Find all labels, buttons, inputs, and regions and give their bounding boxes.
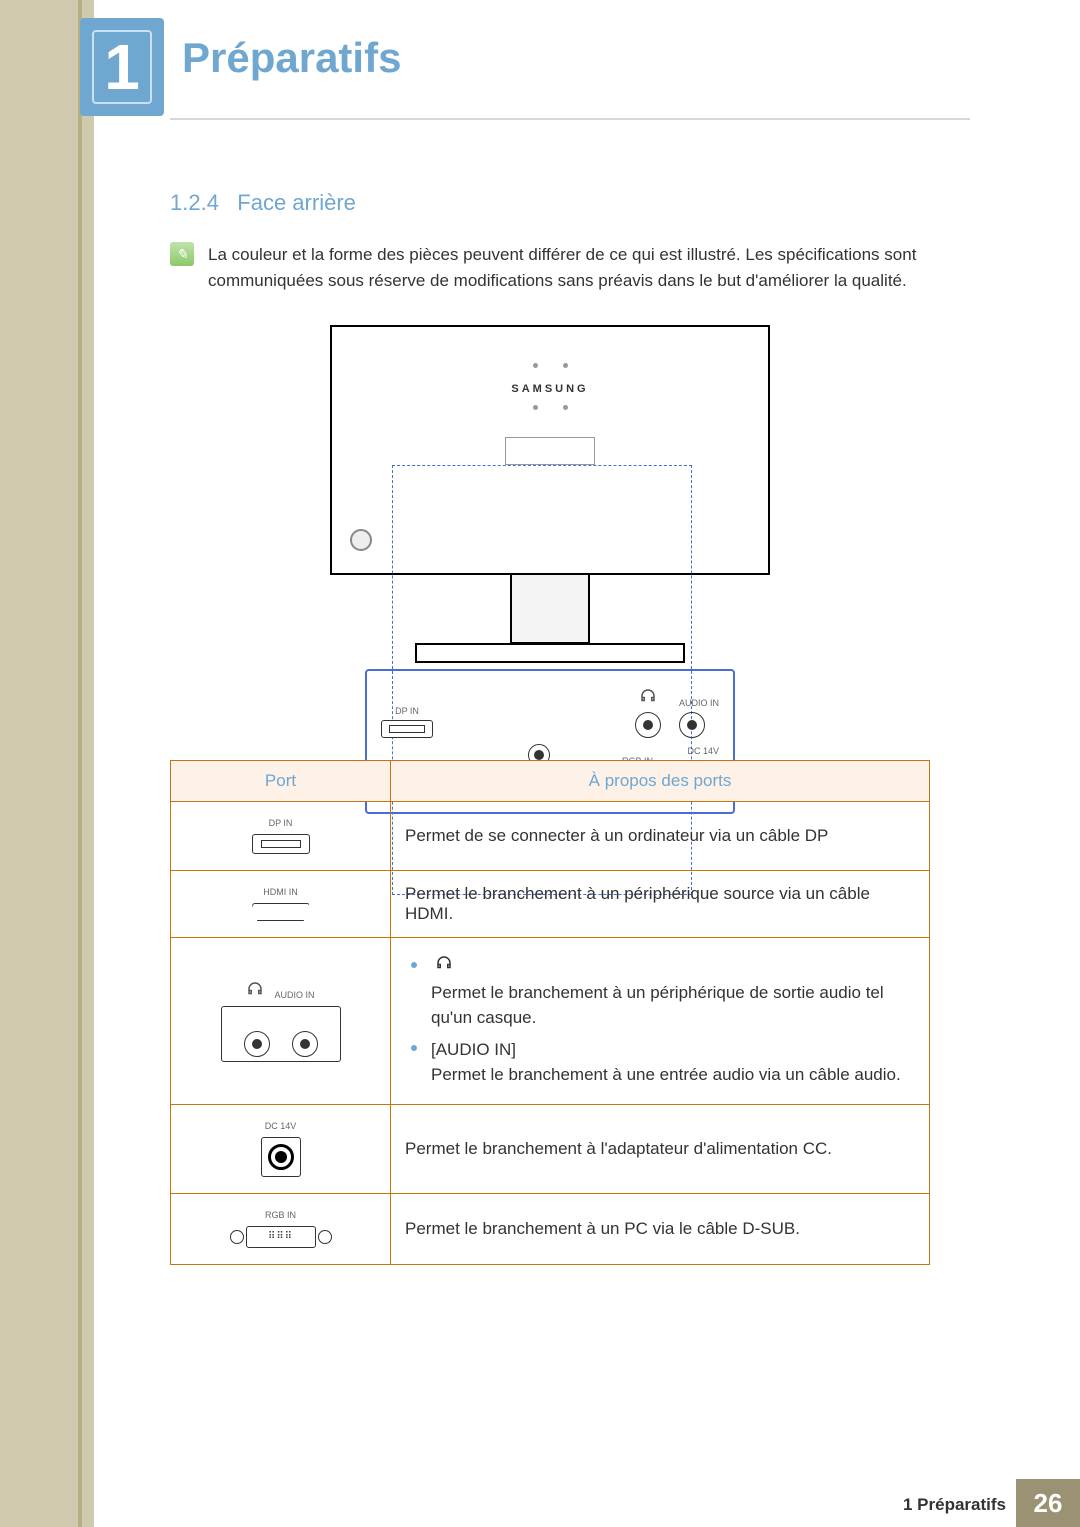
rgb-cell-label: RGB IN (179, 1210, 382, 1220)
note-icon: ✎ (170, 242, 194, 266)
dp-cell-label: DP IN (179, 818, 382, 828)
desc-cell: Permet le branchement à un périphérique … (391, 938, 930, 1105)
title-underline (170, 118, 970, 120)
chapter-badge: 1 (80, 18, 164, 116)
section-title: Face arrière (237, 190, 356, 215)
audio-in-jack-icon: AUDIO IN (679, 698, 719, 738)
section-heading: 1.2.4 Face arrière (170, 190, 930, 216)
hdmi-cell-label: HDMI IN (179, 887, 382, 897)
desc-cell: Permet le branchement à l'adaptateur d'a… (391, 1104, 930, 1193)
jog-button-icon (350, 529, 372, 551)
page-footer: 1 Préparatifs 26 (0, 1479, 1080, 1527)
dc-label: DC 14V (687, 746, 719, 756)
table-row: RGB IN ⠿⠿⠿ Permet le branchement à un PC… (171, 1193, 930, 1264)
side-strip (0, 0, 94, 1527)
headphone-icon (639, 687, 657, 705)
port-cell-rgb: RGB IN ⠿⠿⠿ (171, 1193, 391, 1264)
headphone-icon (435, 954, 453, 972)
footer-label: 1 Préparatifs (903, 1495, 1006, 1515)
dc-cell-label: DC 14V (179, 1121, 382, 1131)
headphone-icon (246, 980, 264, 998)
desc-cell: Permet le branchement à un périphérique … (391, 871, 930, 938)
brand-label: SAMSUNG (332, 383, 768, 395)
audio-label: AUDIO IN (679, 698, 719, 708)
audio-cell-label: AUDIO IN (179, 980, 382, 1000)
desc-text: Permet le branchement à un périphérique … (431, 983, 884, 1028)
desc-cell: Permet le branchement à un PC via le câb… (391, 1193, 930, 1264)
table-row: DC 14V Permet le branchement à l'adaptat… (171, 1104, 930, 1193)
port-cell-dp: DP IN (171, 802, 391, 871)
port-cell-dc: DC 14V (171, 1104, 391, 1193)
monitor-rear: SAMSUNG (330, 325, 770, 575)
table-row: HDMI IN Permet le branchement à un périp… (171, 871, 930, 938)
chapter-number: 1 (92, 30, 152, 104)
table-row: AUDIO IN Permet le branchement à un péri… (171, 938, 930, 1105)
section-number: 1.2.4 (170, 190, 219, 215)
list-item: Permet le branchement à un périphérique … (405, 954, 915, 1031)
port-plate-icon (505, 437, 595, 465)
ports-table: Port À propos des ports DP IN Permet de … (170, 760, 930, 1265)
table-header-about: À propos des ports (391, 761, 930, 802)
desc-subtitle: [AUDIO IN] (431, 1040, 516, 1059)
audio-jack-pair-icon (221, 1006, 341, 1062)
desc-text: Permet le branchement à une entrée audio… (431, 1065, 901, 1084)
dp-label: DP IN (381, 706, 433, 716)
dc-port-icon (261, 1137, 301, 1177)
table-header-port: Port (171, 761, 391, 802)
port-cell-audio: AUDIO IN (171, 938, 391, 1105)
hdmi-port-icon (252, 903, 310, 921)
table-row: DP IN Permet de se connecter à un ordina… (171, 802, 930, 871)
note-text: La couleur et la forme des pièces peuven… (208, 242, 930, 295)
page-number: 26 (1016, 1479, 1080, 1527)
vga-port-icon: ⠿⠿⠿ (179, 1226, 382, 1248)
rear-diagram: SAMSUNG DP IN (330, 325, 770, 814)
list-item: [AUDIO IN] Permet le branchement à une e… (405, 1037, 915, 1088)
port-cell-hdmi: HDMI IN (171, 871, 391, 938)
desc-cell: Permet de se connecter à un ordinateur v… (391, 802, 930, 871)
dp-port-icon: DP IN (381, 706, 433, 738)
section-body: 1.2.4 Face arrière ✎ La couleur et la fo… (170, 190, 930, 814)
chapter-title: Préparatifs (182, 34, 401, 82)
note-row: ✎ La couleur et la forme des pièces peuv… (170, 242, 930, 295)
dp-port-icon (252, 834, 310, 854)
headphone-jack-icon (635, 687, 661, 738)
